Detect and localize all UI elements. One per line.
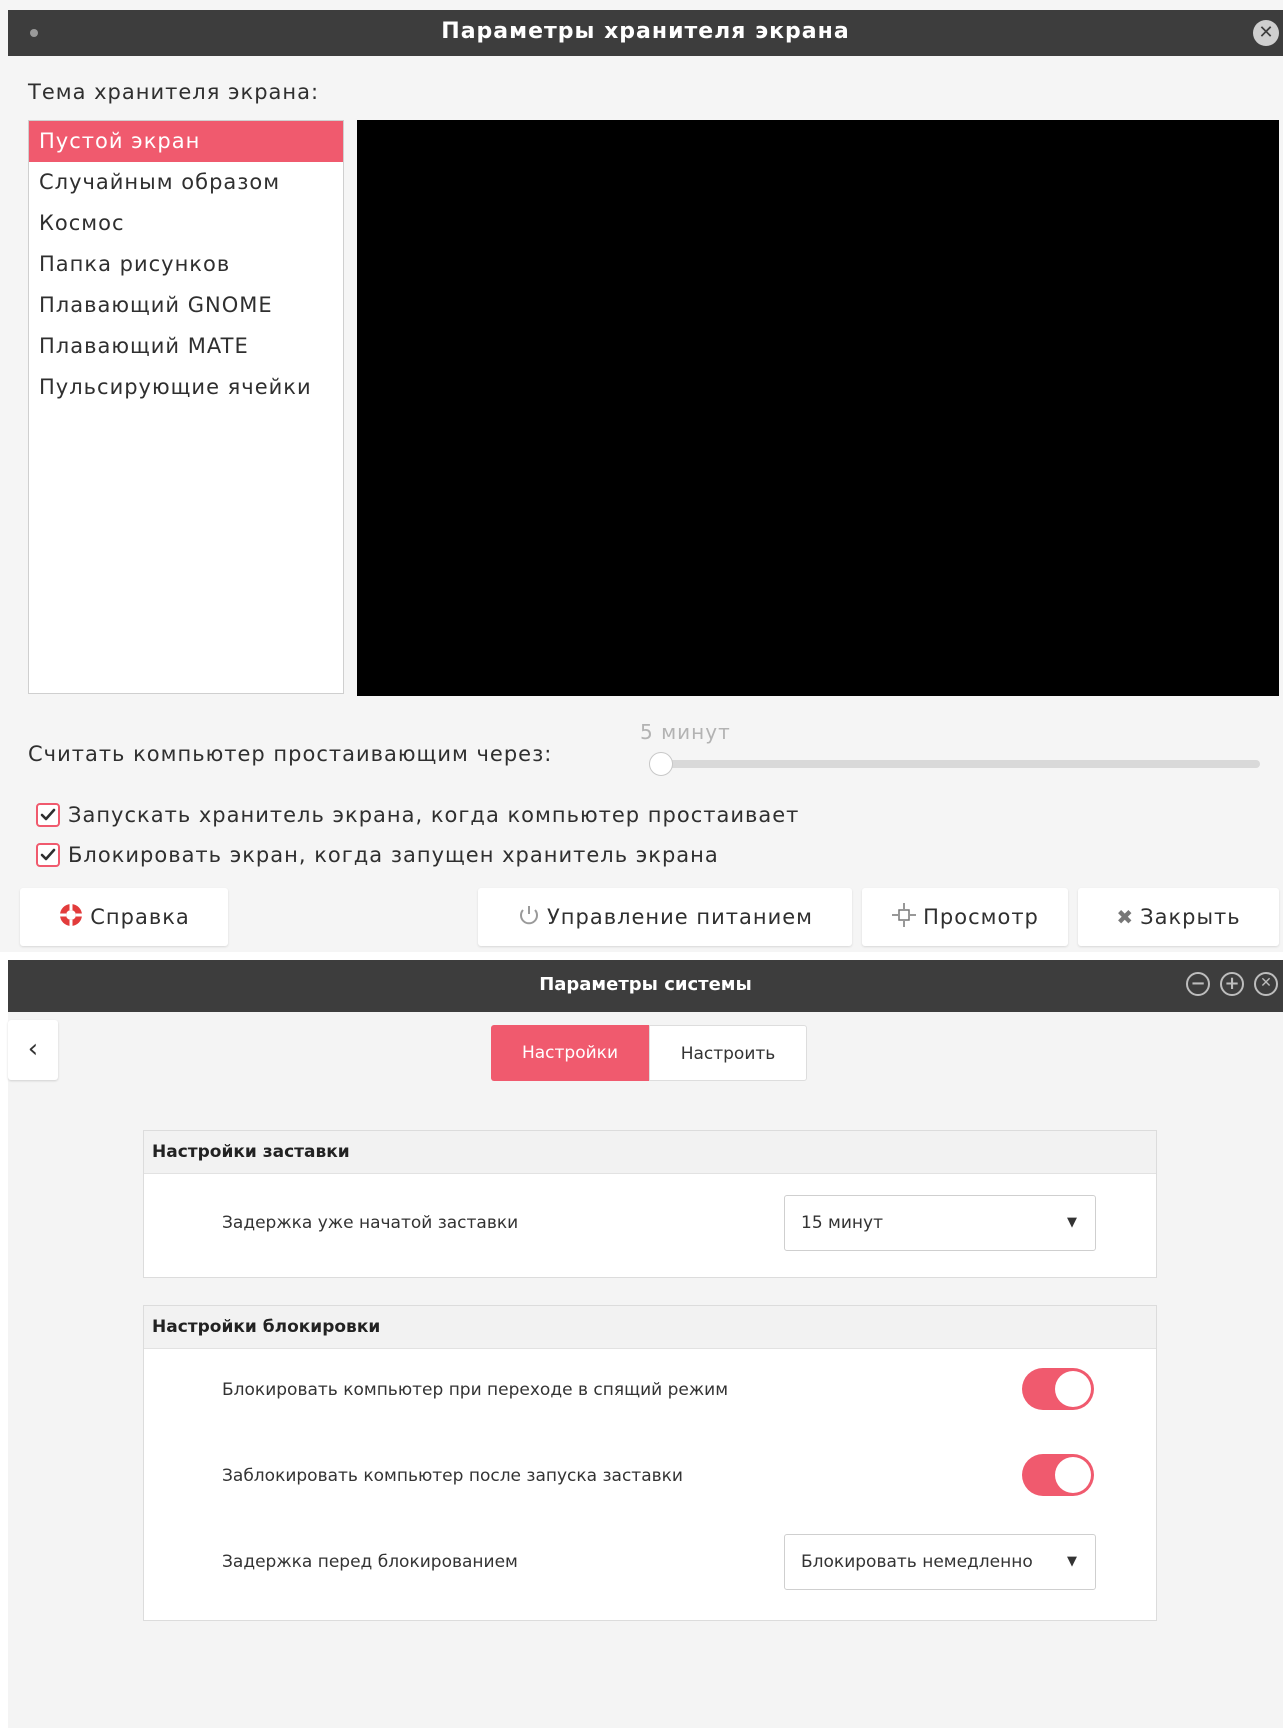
power-management-label: Управление питанием xyxy=(546,905,814,929)
tab-bar: Настройки Настроить xyxy=(491,1025,807,1081)
titlebar[interactable]: Параметры системы − + ✕ xyxy=(8,960,1283,1012)
lock-after-screensaver-toggle[interactable] xyxy=(1022,1454,1094,1496)
lock-on-sleep-toggle[interactable] xyxy=(1022,1368,1094,1410)
idle-time-value: 5 минут xyxy=(640,720,731,744)
toggle-knob xyxy=(1055,1371,1091,1407)
window-close-icon[interactable]: ✕ xyxy=(1253,20,1279,46)
close-button[interactable]: ✖ Закрыть xyxy=(1078,888,1279,946)
screensaver-delay-dropdown[interactable]: 15 минут ▼ xyxy=(784,1195,1096,1251)
theme-label: Тема хранителя экрана: xyxy=(28,80,320,104)
window-title: Параметры системы xyxy=(539,974,752,995)
help-button[interactable]: Справка xyxy=(20,888,228,946)
back-button[interactable]: ‹ xyxy=(8,1020,58,1080)
help-button-label: Справка xyxy=(90,905,190,929)
lock-settings-panel: Настройки блокировки Блокировать компьют… xyxy=(143,1305,1157,1621)
activate-checkbox-label: Запускать хранитель экрана, когда компью… xyxy=(68,803,800,827)
dropdown-arrow-icon: ▼ xyxy=(1067,1554,1077,1569)
screensaver-settings-panel: Настройки заставки Задержка уже начатой … xyxy=(143,1130,1157,1278)
help-icon xyxy=(58,902,84,933)
theme-item[interactable]: Пульсирующие ячейки xyxy=(29,367,343,408)
maximize-icon[interactable]: + xyxy=(1220,972,1244,996)
tab-settings[interactable]: Настройки xyxy=(491,1025,649,1081)
activate-checkbox-row[interactable]: Запускать хранитель экрана, когда компью… xyxy=(36,803,799,827)
minimize-icon[interactable]: − xyxy=(1186,972,1210,996)
back-icon: ‹ xyxy=(27,1034,39,1064)
section-heading: Настройки блокировки xyxy=(144,1306,1156,1349)
screensaver-delay-label: Задержка уже начатой заставки xyxy=(222,1213,519,1233)
lock-checkbox-label: Блокировать экран, когда запущен храните… xyxy=(68,843,719,867)
lock-delay-dropdown[interactable]: Блокировать немедленно ▼ xyxy=(784,1534,1096,1590)
theme-item[interactable]: Космос xyxy=(29,203,343,244)
lock-delay-value: Блокировать немедленно xyxy=(801,1552,1033,1572)
toggle-knob xyxy=(1055,1457,1091,1493)
idle-time-label: Считать компьютер простаивающим через: xyxy=(28,742,553,766)
power-icon xyxy=(517,903,541,932)
theme-item[interactable]: Пустой экран xyxy=(29,121,343,162)
lock-delay-label: Задержка перед блокированием xyxy=(222,1552,518,1572)
screensaver-delay-value: 15 минут xyxy=(801,1213,883,1233)
preview-icon xyxy=(891,902,917,933)
preview-button[interactable]: Просмотр xyxy=(862,888,1068,946)
window-close-icon[interactable]: ✕ xyxy=(1254,972,1278,996)
preview-button-label: Просмотр xyxy=(923,905,1039,929)
tab-customize[interactable]: Настроить xyxy=(649,1025,807,1081)
check-icon xyxy=(40,848,56,861)
lock-on-sleep-label: Блокировать компьютер при переходе в спя… xyxy=(222,1380,729,1400)
section-heading: Настройки заставки xyxy=(144,1131,1156,1174)
check-icon xyxy=(40,808,56,821)
preview-area xyxy=(357,120,1279,696)
lock-checkbox-row[interactable]: Блокировать экран, когда запущен храните… xyxy=(36,843,719,867)
titlebar[interactable]: Параметры хранителя экрана ✕ xyxy=(8,10,1283,56)
close-button-label: Закрыть xyxy=(1140,905,1241,929)
lock-after-screensaver-label: Заблокировать компьютер после запуска за… xyxy=(222,1466,683,1486)
lock-checkbox[interactable] xyxy=(36,843,60,867)
theme-item[interactable]: Случайным образом xyxy=(29,162,343,203)
theme-list[interactable]: Пустой экран Случайным образом Космос Па… xyxy=(28,120,344,694)
power-management-button[interactable]: Управление питанием xyxy=(478,888,852,946)
window-title: Параметры хранителя экрана xyxy=(441,19,850,44)
close-icon: ✖ xyxy=(1116,905,1135,929)
screensaver-preferences-window: Параметры хранителя экрана ✕ Тема хранит… xyxy=(0,0,1283,952)
theme-item[interactable]: Плавающий MATE xyxy=(29,326,343,367)
dropdown-arrow-icon: ▼ xyxy=(1067,1215,1077,1230)
theme-item[interactable]: Папка рисунков xyxy=(29,244,343,285)
theme-item[interactable]: Плавающий GNOME xyxy=(29,285,343,326)
idle-time-slider[interactable] xyxy=(652,760,1260,768)
idle-time-slider-handle[interactable] xyxy=(649,752,673,776)
activate-checkbox[interactable] xyxy=(36,803,60,827)
